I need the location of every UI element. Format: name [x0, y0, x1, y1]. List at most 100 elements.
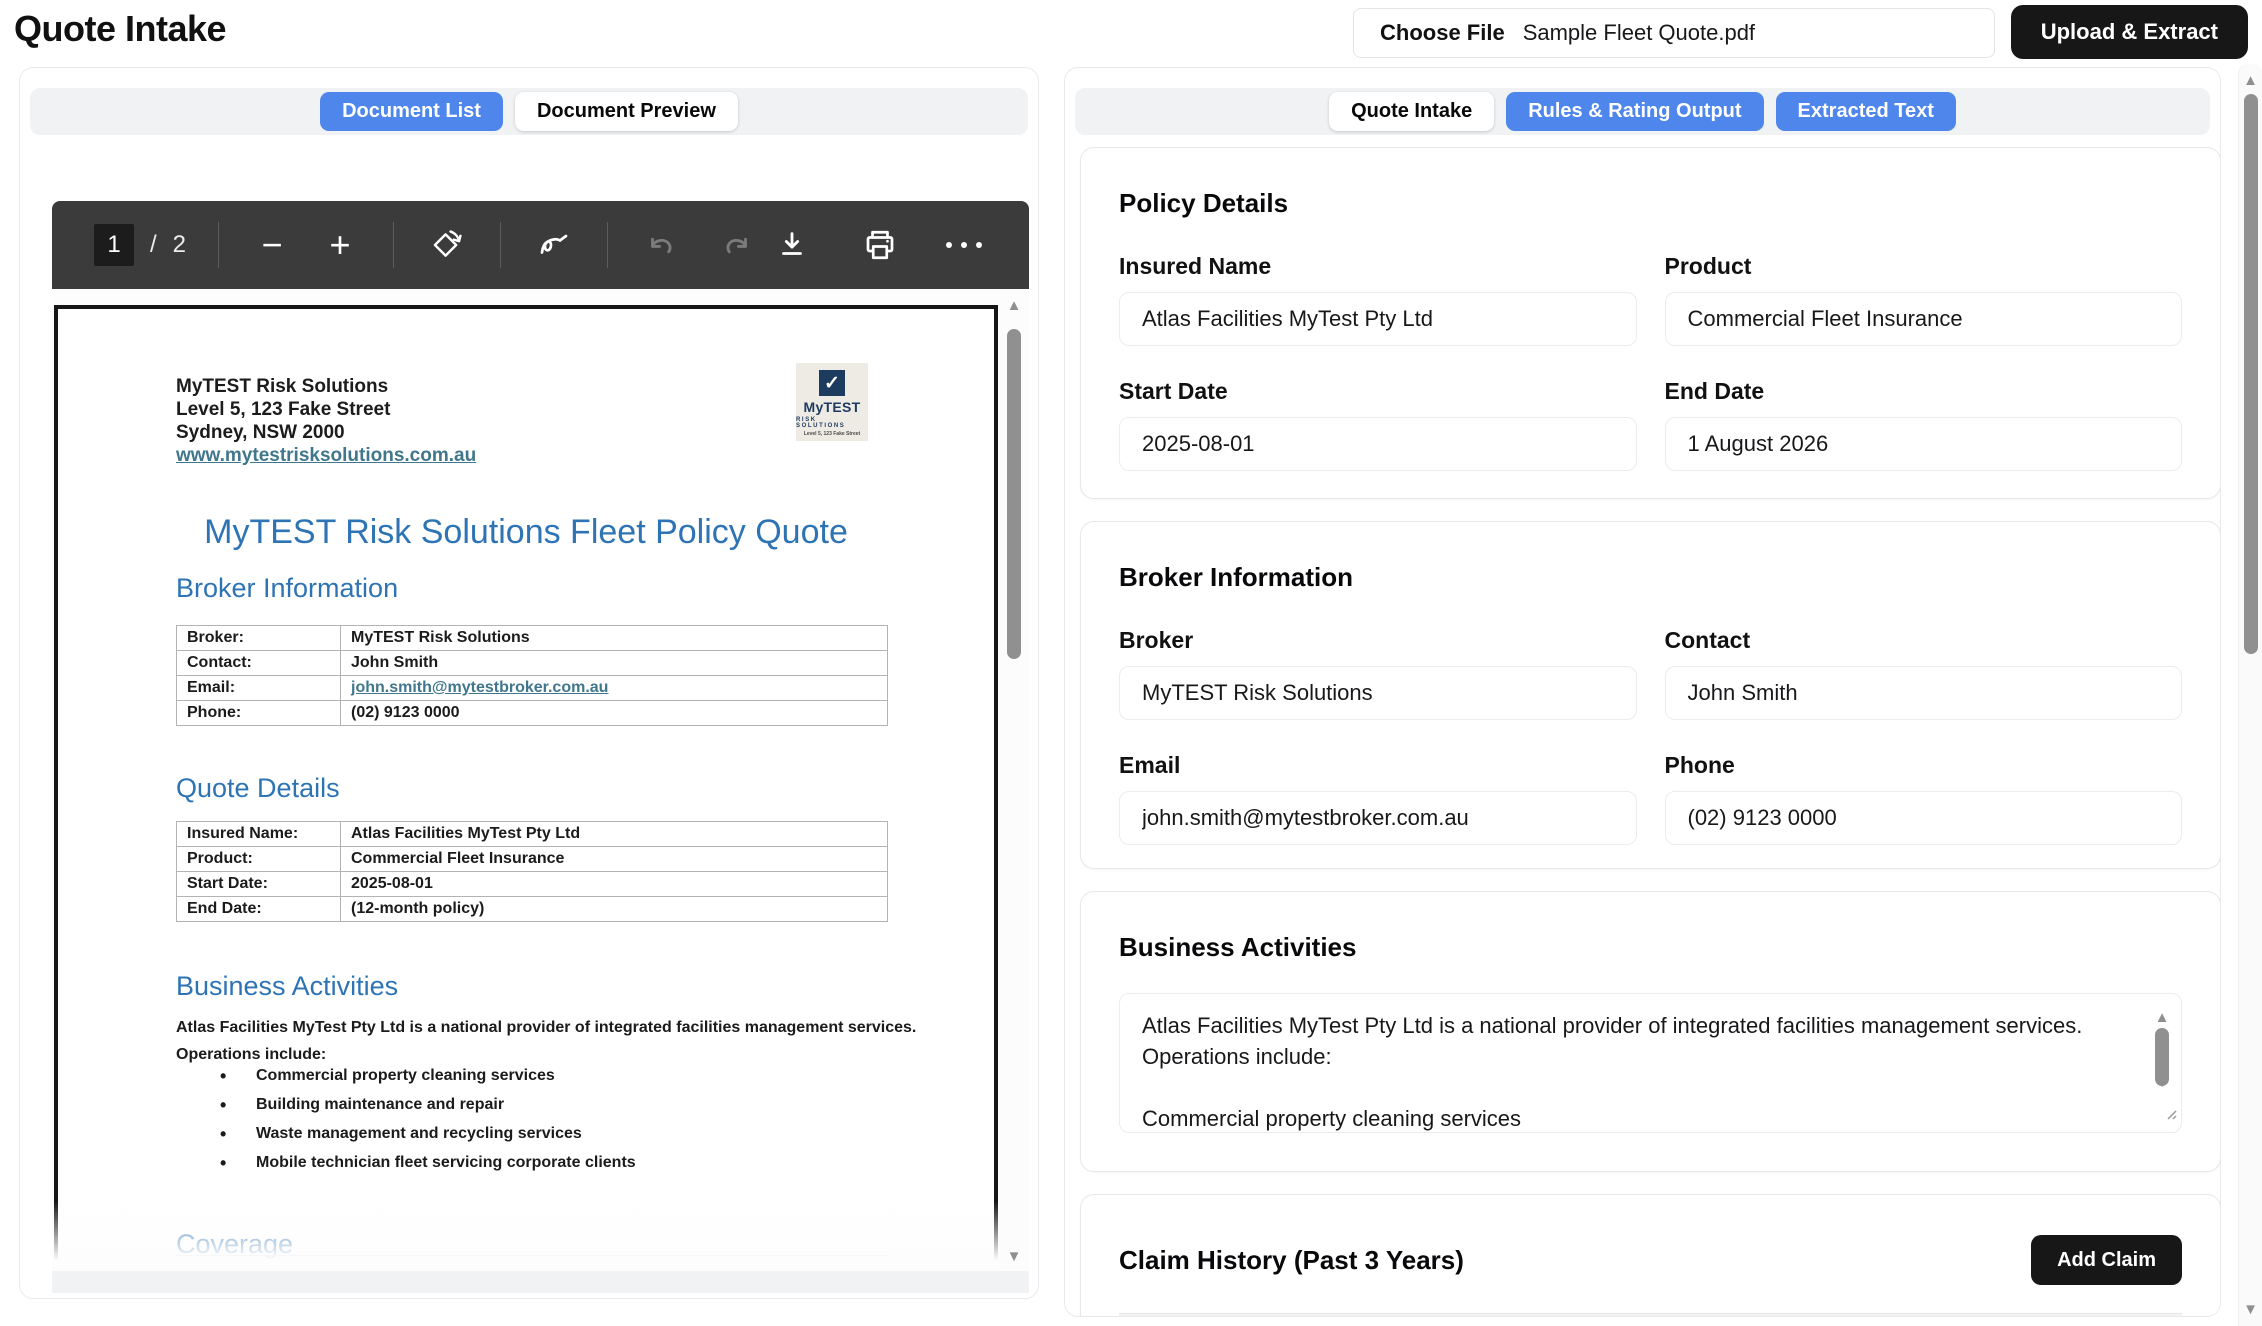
list-item: Waste management and recycling services — [220, 1125, 636, 1143]
policy-details-card: Policy Details Insured Name Product Star… — [1080, 147, 2221, 499]
main-scrollbar[interactable]: ▲ ▼ — [2238, 64, 2262, 1326]
tab-extracted-text[interactable]: Extracted Text — [1776, 92, 1956, 131]
zoom-in-icon[interactable]: + — [317, 222, 363, 268]
choose-file-button[interactable]: Choose File — [1380, 20, 1505, 46]
field-email: Email — [1119, 752, 1637, 845]
selected-file-name: Sample Fleet Quote.pdf — [1523, 20, 1755, 46]
toolbar-separator — [500, 222, 501, 268]
letterhead-company: MyTEST Risk Solutions — [176, 375, 476, 398]
table-row: Coverage Details Selected — [177, 1256, 888, 1272]
product-input[interactable] — [1665, 292, 2183, 346]
table-row: End Date:(12-month policy) — [177, 897, 888, 922]
pdf-business-intro: Atlas Facilities MyTest Pty Ltd is a nat… — [176, 1019, 916, 1037]
insured-name-input[interactable] — [1119, 292, 1637, 346]
pdf-business-bullets: Commercial property cleaning services Bu… — [220, 1067, 636, 1183]
textarea-scrollbar[interactable]: ▲ ▼ — [2151, 1002, 2173, 1098]
print-icon[interactable] — [857, 222, 903, 268]
letterhead-address1: Level 5, 123 Fake Street — [176, 398, 476, 421]
undo-icon[interactable] — [638, 222, 684, 268]
pdf-document-title: MyTEST Risk Solutions Fleet Policy Quote — [58, 513, 994, 552]
upload-extract-button[interactable]: Upload & Extract — [2011, 5, 2248, 59]
table-row: Insured Name:Atlas Facilities MyTest Pty… — [177, 822, 888, 847]
field-end-date: End Date — [1665, 378, 2183, 471]
pdf-broker-heading: Broker Information — [176, 573, 398, 604]
table-row: Email:john.smith@mytestbroker.com.au — [177, 676, 888, 701]
broker-email-link[interactable]: john.smith@mytestbroker.com.au — [351, 679, 608, 696]
pdf-coverage-table: Coverage Details Selected — [176, 1255, 888, 1271]
pdf-scrollbar[interactable]: ▲ ▼ — [999, 289, 1029, 1271]
rotate-icon[interactable] — [424, 222, 470, 268]
document-tabbar: Document List Document Preview — [30, 88, 1028, 135]
tab-rules-rating-output[interactable]: Rules & Rating Output — [1506, 92, 1763, 131]
quote-intake-app: Quote Intake Choose File Sample Fleet Qu… — [0, 0, 2262, 1326]
logo-check-icon: ✓ — [819, 370, 845, 396]
table-row: Contact:John Smith — [177, 651, 888, 676]
pdf-page-number-input[interactable]: 1 — [94, 224, 134, 266]
end-date-input[interactable] — [1665, 417, 2183, 471]
toolbar-separator — [607, 222, 608, 268]
broker-input[interactable] — [1119, 666, 1637, 720]
table-row: Phone:(02) 9123 0000 — [177, 701, 888, 726]
pdf-scrollbar-thumb[interactable] — [1007, 329, 1021, 659]
list-item: Commercial property cleaning services — [220, 1067, 636, 1085]
logo-name: MyTEST — [803, 399, 860, 415]
download-icon[interactable] — [769, 222, 815, 268]
scroll-up-icon[interactable]: ▲ — [2239, 72, 2262, 89]
list-item: Building maintenance and repair — [220, 1096, 636, 1114]
pdf-letterhead: MyTEST Risk Solutions Level 5, 123 Fake … — [176, 375, 476, 467]
redo-icon[interactable] — [714, 222, 760, 268]
email-input[interactable] — [1119, 791, 1637, 845]
phone-input[interactable] — [1665, 791, 2183, 845]
business-activities-title: Business Activities — [1119, 932, 2182, 963]
field-start-date: Start Date — [1119, 378, 1637, 471]
more-options-icon[interactable] — [941, 222, 987, 268]
resize-handle-icon[interactable] — [2163, 1097, 2177, 1128]
document-panel: Document List Document Preview 1 / 2 − + — [19, 67, 1039, 1299]
claim-table-header-strip — [1119, 1313, 2182, 1317]
broker-information-title: Broker Information — [1119, 562, 2182, 593]
scroll-down-icon[interactable]: ▼ — [2151, 1067, 2173, 1098]
field-contact: Contact — [1665, 627, 2183, 720]
table-row: Start Date:2025-08-01 — [177, 872, 888, 897]
letterhead-website-link[interactable]: www.mytestrisksolutions.com.au — [176, 444, 476, 467]
claim-history-card: Claim History (Past 3 Years) Add Claim — [1080, 1194, 2221, 1317]
start-date-input[interactable] — [1119, 417, 1637, 471]
pdf-quote-table: Insured Name:Atlas Facilities MyTest Pty… — [176, 821, 888, 922]
draw-ink-icon[interactable] — [531, 222, 577, 268]
scroll-down-icon[interactable]: ▼ — [2239, 1301, 2262, 1318]
field-product: Product — [1665, 253, 2183, 346]
logo-subtitle: RISK SOLUTIONS — [796, 417, 868, 429]
pdf-viewer: 1 / 2 − + — [52, 201, 1029, 1293]
logo-tagline: Level 5, 123 Fake Street — [804, 431, 860, 437]
pdf-business-heading: Business Activities — [176, 971, 398, 1002]
pdf-quote-heading: Quote Details — [176, 773, 340, 804]
intake-tabbar: Quote Intake Rules & Rating Output Extra… — [1075, 88, 2210, 135]
claim-history-title: Claim History (Past 3 Years) — [1119, 1245, 1464, 1276]
tab-document-list[interactable]: Document List — [320, 92, 503, 131]
pdf-broker-table: Broker:MyTEST Risk Solutions Contact:Joh… — [176, 625, 888, 726]
table-row: Product:Commercial Fleet Insurance — [177, 847, 888, 872]
main-scrollbar-thumb[interactable] — [2244, 94, 2258, 654]
pdf-page-total: 2 — [173, 231, 188, 259]
field-insured-name: Insured Name — [1119, 253, 1637, 346]
scroll-down-icon[interactable]: ▼ — [999, 1248, 1029, 1265]
intake-panel: Quote Intake Rules & Rating Output Extra… — [1064, 67, 2221, 1317]
tab-quote-intake[interactable]: Quote Intake — [1329, 92, 1494, 131]
business-activities-textarea[interactable]: Atlas Facilities MyTest Pty Ltd is a nat… — [1119, 993, 2182, 1133]
broker-information-card: Broker Information Broker Contact Email … — [1080, 521, 2221, 869]
list-item: Mobile technician fleet servicing corpor… — [220, 1154, 636, 1172]
zoom-out-icon[interactable]: − — [249, 222, 295, 268]
page-title: Quote Intake — [14, 8, 226, 50]
company-logo: ✓ MyTEST RISK SOLUTIONS Level 5, 123 Fak… — [796, 363, 868, 441]
policy-details-title: Policy Details — [1119, 188, 2182, 219]
pdf-toolbar: 1 / 2 − + — [52, 201, 1029, 289]
table-row: Broker:MyTEST Risk Solutions — [177, 626, 888, 651]
add-claim-button[interactable]: Add Claim — [2031, 1235, 2182, 1285]
scroll-up-icon[interactable]: ▲ — [999, 297, 1029, 314]
field-phone: Phone — [1665, 752, 2183, 845]
tab-document-preview[interactable]: Document Preview — [515, 92, 738, 131]
pdf-business-intro2: Operations include: — [176, 1046, 326, 1064]
contact-input[interactable] — [1665, 666, 2183, 720]
field-broker: Broker — [1119, 627, 1637, 720]
file-input[interactable]: Choose File Sample Fleet Quote.pdf — [1353, 8, 1995, 58]
